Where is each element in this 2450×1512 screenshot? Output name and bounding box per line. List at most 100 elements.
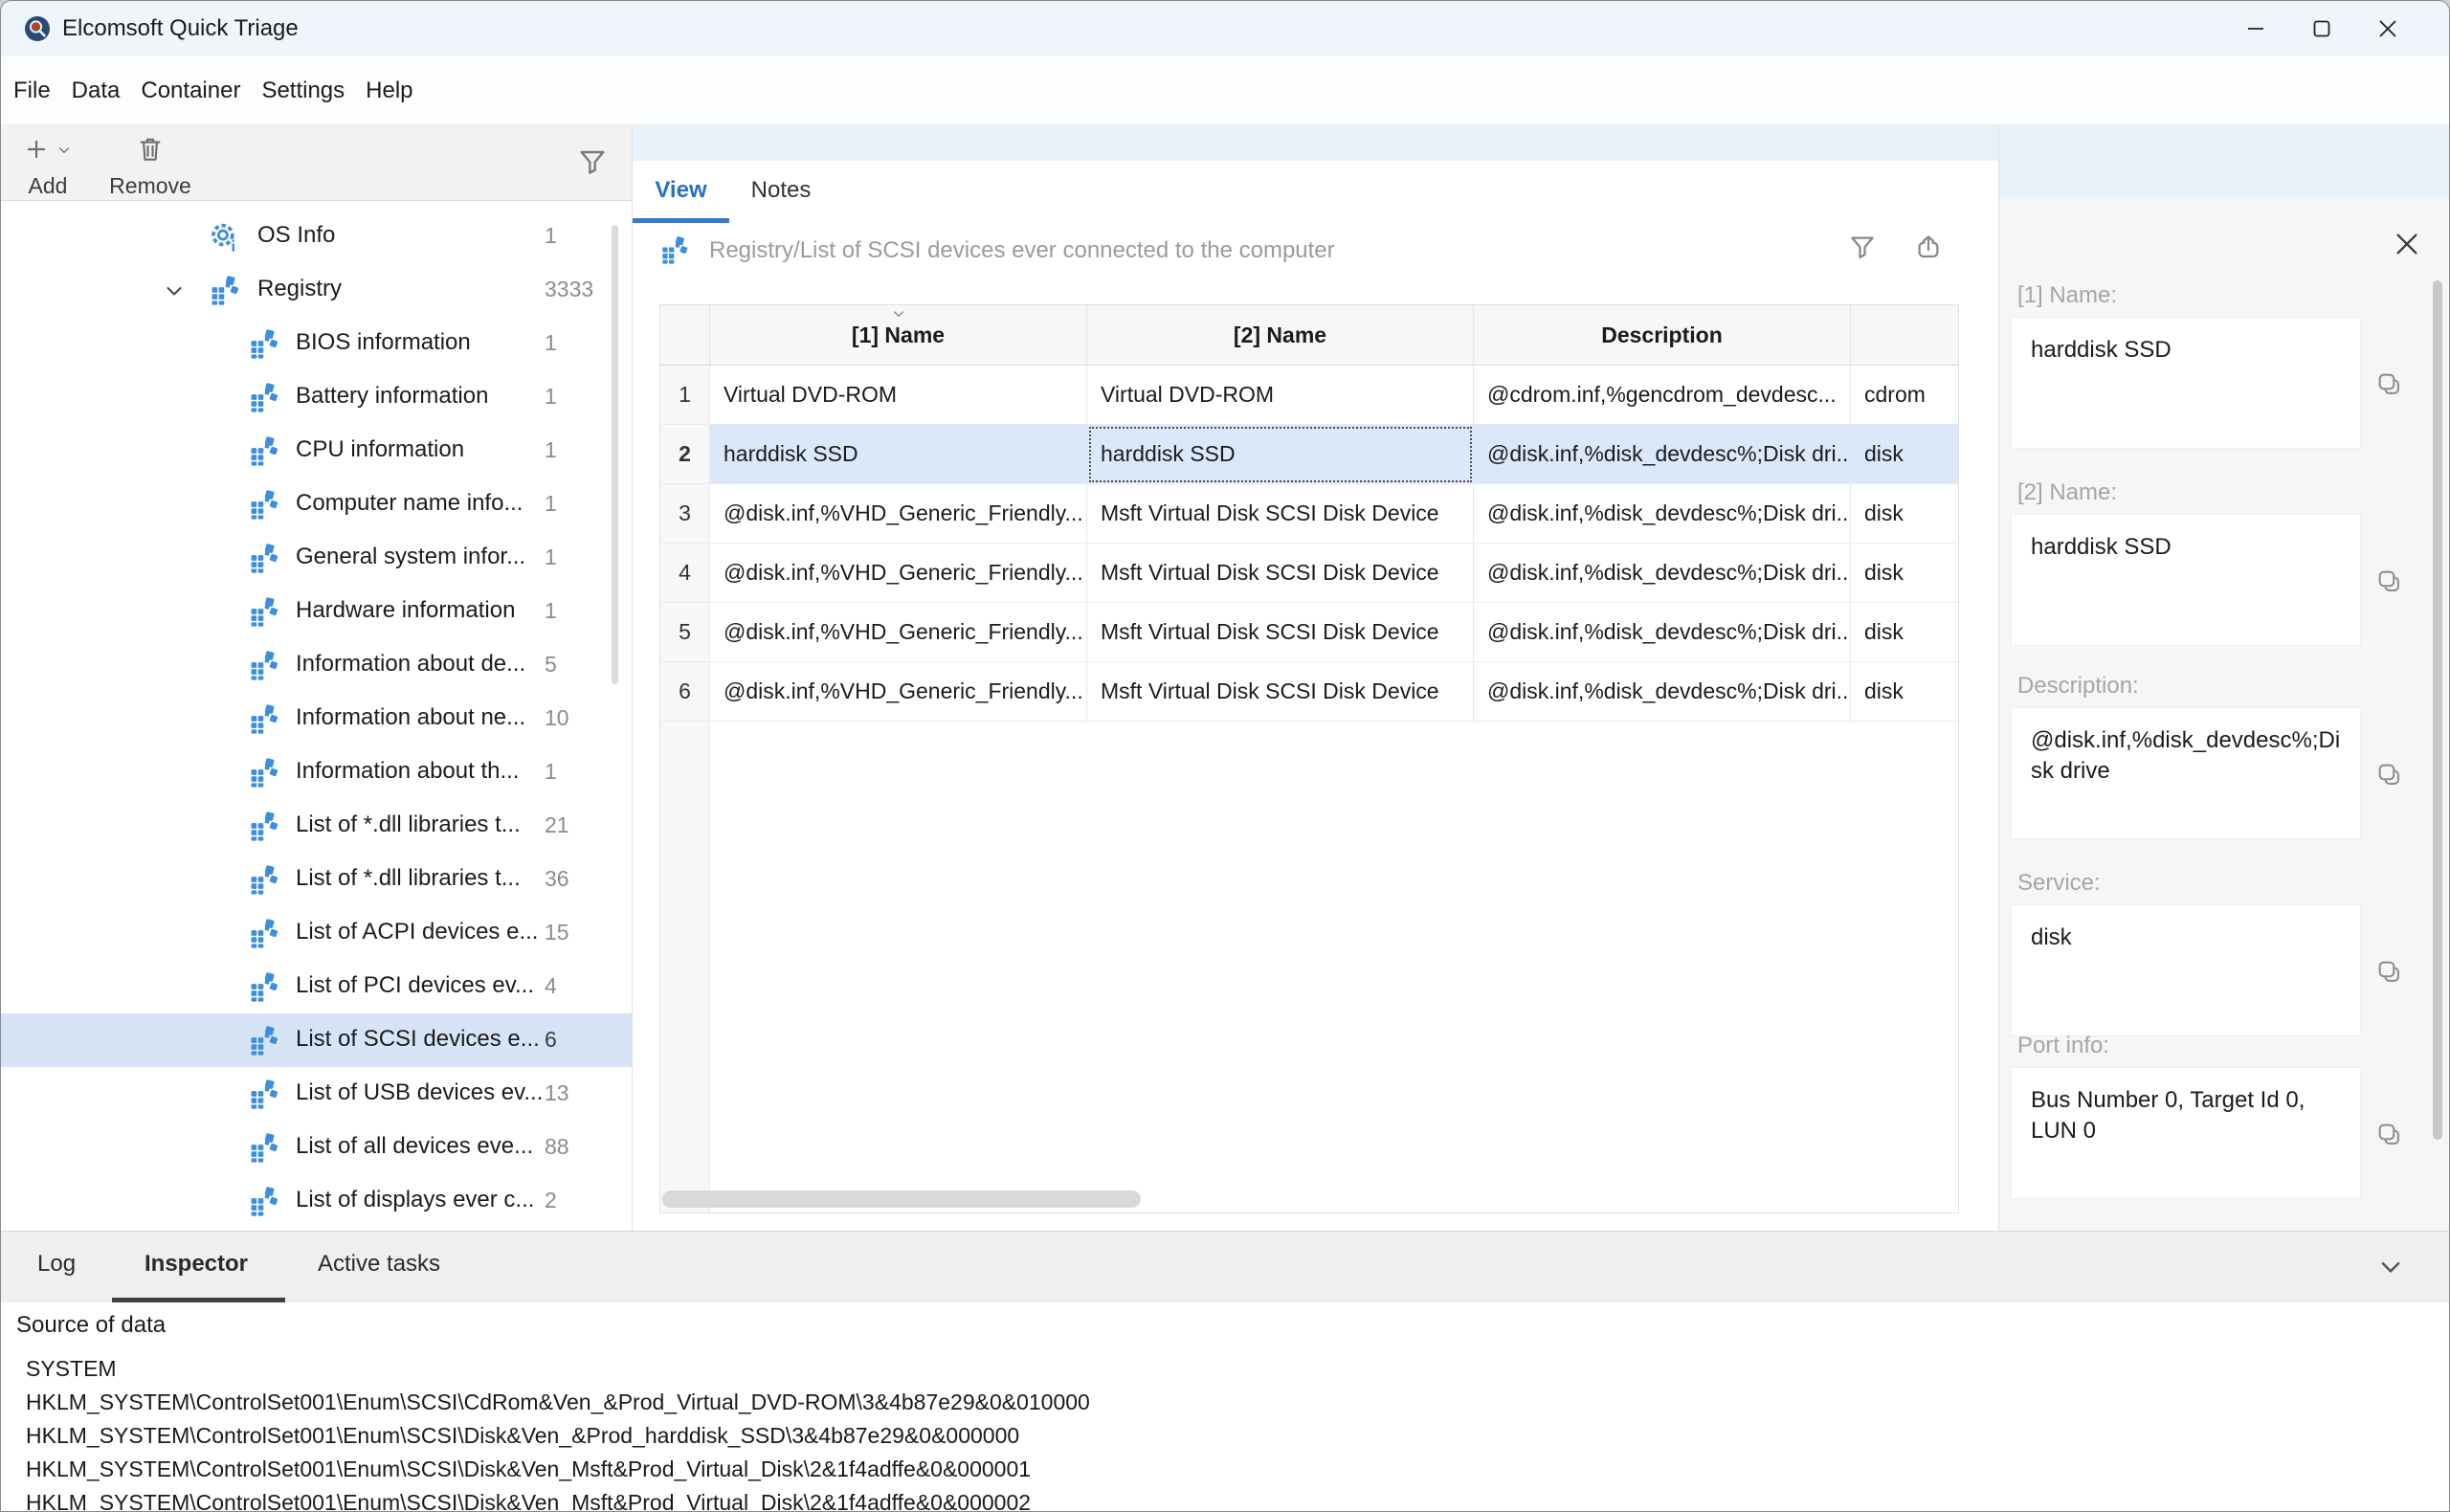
sidebar-item-hardware[interactable]: Hardware information1 [1,585,633,638]
add-label: Add [14,173,81,199]
registry-icon [248,756,280,789]
registry-path-line: HKLM_SYSTEM\ControlSet001\Enum\SCSI\CdRo… [26,1386,1090,1419]
sidebar-filter-icon[interactable] [577,146,608,177]
cell-name2: Msft Virtual Disk SCSI Disk Device [1101,560,1439,586]
sidebar-item-dll-2[interactable]: List of *.dll libraries t... 36 [1,853,633,906]
export-icon[interactable] [1914,233,1943,261]
sidebar-item-cpu[interactable]: CPU information1 [1,424,633,478]
sidebar-item-registry[interactable]: Registry3333 [1,263,633,317]
sidebar-item-count: 1 [545,759,557,785]
sidebar-item-usb[interactable]: List of USB devices ev...13 [1,1067,633,1121]
registry-path-line: SYSTEM [26,1352,1090,1386]
cell-description: @disk.inf,%disk_devdesc%;Disk dri... [1487,619,1851,645]
sidebar-item-label: List of all devices eve... [296,1133,533,1160]
tab-strip-background [633,125,1998,161]
chevron-down-icon[interactable] [163,279,186,302]
horizontal-scrollbar[interactable] [662,1190,1956,1209]
close-button[interactable] [2356,1,2419,56]
sidebar-item-count: 6 [545,1027,557,1053]
table-row[interactable]: 6 @disk.inf,%VHD_Generic_Friendly... Msf… [660,662,1958,722]
menu-file[interactable]: File [3,78,61,104]
sidebar-item-dll-1[interactable]: List of *.dll libraries t...21 [1,799,633,853]
table-row[interactable]: 3 @disk.inf,%VHD_Generic_Friendly... Msf… [660,484,1958,544]
column-header-name2[interactable]: [2] Name [1087,305,1474,366]
copy-icon[interactable] [2375,370,2402,397]
tab-view[interactable]: View [633,161,729,219]
cell-description: @cdrom.inf,%gencdrom_devdesc... [1487,382,1837,408]
sidebar-item-label: Information about de... [296,651,525,678]
registry-icon [248,542,280,574]
sidebar-item-bios[interactable]: BIOS information1 [1,317,633,370]
sidebar-item-info-ne[interactable]: Information about ne...10 [1,692,633,745]
column-header-rownum[interactable] [660,305,710,366]
row-number: 5 [679,619,691,645]
sidebar-item-info-th[interactable]: Information about th...1 [1,745,633,799]
sidebar-item-battery[interactable]: Battery information1 [1,370,633,424]
detail-panel-scrollbar[interactable] [2433,280,2442,1140]
sidebar-item-pci[interactable]: List of PCI devices ev...4 [1,960,633,1013]
maximize-button[interactable] [2290,1,2353,56]
menu-container[interactable]: Container [130,78,251,104]
column-header-description[interactable]: Description [1474,305,1851,366]
column-header-name1[interactable]: [1] Name [710,305,1087,366]
registry-icon [248,1131,280,1164]
row-number: 3 [679,500,691,526]
cell-description: @disk.inf,%disk_devdesc%;Disk dri... [1487,678,1851,704]
sidebar-item-general-system[interactable]: General system infor...1 [1,531,633,585]
sidebar-item-acpi[interactable]: List of ACPI devices e...15 [1,906,633,960]
copy-icon[interactable] [2375,958,2402,985]
sidebar-item-label: General system infor... [296,544,525,570]
sidebar-item-count: 2 [545,1188,557,1213]
sidebar-item-info-de[interactable]: Information about de...5 [1,638,633,692]
detail-panel-header-background [1999,125,2450,199]
sidebar-item-computer-name[interactable]: Computer name info...1 [1,478,633,531]
menu-settings[interactable]: Settings [251,78,355,104]
table-filter-icon[interactable] [1848,233,1877,261]
tab-inspector[interactable]: Inspector [145,1251,248,1278]
add-dropdown-chevron-icon[interactable] [56,143,72,158]
column-header-label: Description [1601,322,1723,348]
sidebar-item-os-info[interactable]: OS Info1 [1,210,633,263]
table-row[interactable]: 4 @disk.inf,%VHD_Generic_Friendly... Msf… [660,544,1958,603]
sidebar-item-count: 10 [545,705,569,731]
sidebar-item-label: List of *.dll libraries t... [296,865,521,892]
cell-service: disk [1864,678,1904,704]
table-row-selected[interactable]: 2 harddisk SSD harddisk SSD @disk.inf,%d… [660,425,1958,484]
copy-icon[interactable] [2375,761,2402,788]
menu-data[interactable]: Data [61,78,131,104]
sidebar-item-label: List of PCI devices ev... [296,972,534,999]
row-number: 6 [679,678,691,704]
sidebar-item-scsi[interactable]: List of SCSI devices e...6 [1,1013,633,1067]
close-detail-icon[interactable] [2394,231,2420,257]
tab-notes[interactable]: Notes [729,161,833,219]
results-table: [1] Name [2] Name Description 1 Virtual … [659,304,1959,1213]
sidebar-item-count: 36 [545,866,569,892]
table-row[interactable]: 1 Virtual DVD-ROM Virtual DVD-ROM @cdrom… [660,366,1958,425]
minimize-button[interactable] [2224,1,2287,56]
sidebar-item-label: Registry [257,276,342,302]
detail-panel: [1] Name: harddisk SSD [2] Name: harddis… [1998,125,2450,1231]
sidebar-item-displays[interactable]: List of displays ever c...2 [1,1174,633,1228]
sidebar-item-all-devices[interactable]: List of all devices eve...88 [1,1121,633,1174]
sidebar-scrollbar[interactable] [612,225,618,684]
horizontal-scrollbar-thumb[interactable] [662,1190,1141,1208]
sidebar-item-count: 1 [545,491,557,517]
sidebar-item-label: List of ACPI devices e... [296,919,538,945]
tab-log[interactable]: Log [37,1251,76,1278]
column-header-service[interactable] [1851,305,1958,366]
app-window: Elcomsoft Quick Triage File Data Contain… [0,0,2450,1512]
field-value-description: @disk.inf,%disk_devdesc%;Disk drive [2011,707,2361,839]
field-label: [1] Name: [2017,282,2117,309]
tab-active-tasks[interactable]: Active tasks [318,1251,440,1278]
table-row[interactable]: 5 @disk.inf,%VHD_Generic_Friendly... Msf… [660,603,1958,662]
sidebar-item-count: 1 [545,330,557,356]
collapse-panel-chevron-icon[interactable] [2376,1253,2405,1281]
copy-icon[interactable] [2375,567,2402,594]
registry-icon [248,434,280,467]
tab-notes-label: Notes [751,177,812,204]
menu-help[interactable]: Help [355,78,423,104]
cell-description: @disk.inf,%disk_devdesc%;Disk dri... [1487,560,1851,586]
copy-icon[interactable] [2375,1121,2402,1147]
maximize-icon [2312,19,2331,38]
field-value-service: disk [2011,904,2361,1036]
